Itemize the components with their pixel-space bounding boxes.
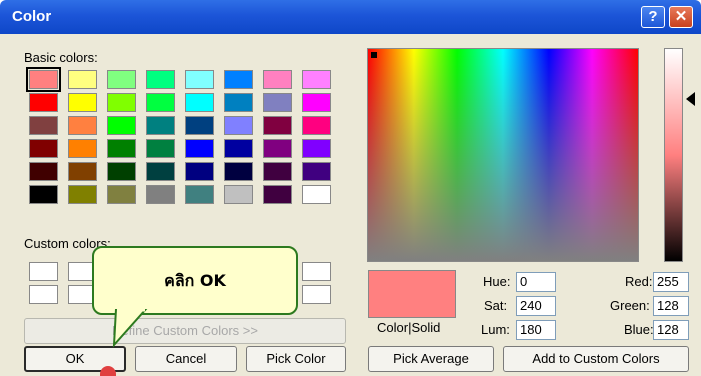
basic-color-swatch[interactable] — [68, 93, 97, 112]
basic-color-swatch[interactable] — [263, 93, 292, 112]
basic-color-swatch[interactable] — [302, 70, 331, 89]
red-label: Red: — [625, 274, 653, 289]
close-button[interactable]: ✕ — [669, 6, 693, 28]
basic-color-swatch[interactable] — [302, 162, 331, 181]
basic-color-swatch[interactable] — [107, 116, 136, 135]
basic-color-swatch[interactable] — [68, 185, 97, 204]
help-icon: ? — [648, 8, 658, 25]
basic-color-swatch[interactable] — [302, 93, 331, 112]
red-input[interactable]: 255 — [653, 272, 689, 292]
basic-color-swatch[interactable] — [26, 67, 61, 92]
pick-average-button[interactable]: Pick Average — [368, 346, 494, 372]
basic-color-swatch[interactable] — [146, 185, 175, 204]
hue-label: Hue: — [483, 274, 511, 289]
sat-input[interactable]: 240 — [516, 296, 556, 316]
color-solid-label: Color|Solid — [377, 320, 441, 335]
add-to-custom-colors-button[interactable]: Add to Custom Colors — [503, 346, 689, 372]
basic-color-swatch[interactable] — [185, 139, 214, 158]
close-icon: ✕ — [674, 8, 688, 25]
basic-color-swatch[interactable] — [185, 162, 214, 181]
lum-label: Lum: — [481, 322, 510, 337]
basic-color-swatch[interactable] — [146, 116, 175, 135]
pick-color-button[interactable]: Pick Color — [246, 346, 346, 372]
cancel-button[interactable]: Cancel — [135, 346, 237, 372]
blue-input[interactable]: 128 — [653, 320, 689, 340]
basic-color-swatch[interactable] — [302, 139, 331, 158]
custom-color-swatch[interactable] — [29, 285, 58, 304]
basic-color-swatch[interactable] — [68, 116, 97, 135]
basic-color-swatch[interactable] — [263, 162, 292, 181]
basic-color-swatch[interactable] — [29, 162, 58, 181]
basic-color-swatch[interactable] — [302, 116, 331, 135]
basic-color-swatch[interactable] — [107, 70, 136, 89]
basic-color-swatch[interactable] — [68, 70, 97, 89]
help-button[interactable]: ? — [641, 6, 665, 28]
basic-color-swatch[interactable] — [29, 139, 58, 158]
color-preview — [368, 270, 456, 318]
basic-color-swatch[interactable] — [224, 139, 253, 158]
basic-color-swatch[interactable] — [107, 139, 136, 158]
basic-color-swatch[interactable] — [224, 185, 253, 204]
basic-color-swatch[interactable] — [68, 139, 97, 158]
basic-color-swatch[interactable] — [146, 162, 175, 181]
basic-color-swatch[interactable] — [146, 139, 175, 158]
custom-color-swatch[interactable] — [29, 262, 58, 281]
basic-color-swatch[interactable] — [224, 70, 253, 89]
basic-color-swatch[interactable] — [263, 70, 292, 89]
blue-label: Blue: — [624, 322, 654, 337]
define-custom-colors-button[interactable]: Define Custom Colors >> — [24, 318, 346, 344]
basic-color-swatch[interactable] — [146, 70, 175, 89]
basic-color-swatch[interactable] — [29, 93, 58, 112]
custom-color-swatch[interactable] — [302, 285, 331, 304]
green-label: Green: — [610, 298, 650, 313]
basic-colors-label: Basic colors: — [24, 50, 98, 65]
crosshair-icon — [371, 52, 377, 58]
basic-color-swatch[interactable] — [302, 185, 331, 204]
window-title: Color — [12, 8, 52, 25]
custom-color-swatch[interactable] — [302, 262, 331, 281]
callout-box: คลิก OK — [92, 246, 298, 315]
sat-label: Sat: — [484, 298, 508, 313]
basic-color-swatch[interactable] — [68, 162, 97, 181]
basic-color-swatch[interactable] — [107, 93, 136, 112]
basic-color-swatch[interactable] — [185, 93, 214, 112]
title-bar: Color ? ✕ — [0, 0, 701, 34]
basic-color-swatch[interactable] — [185, 185, 214, 204]
lum-input[interactable]: 180 — [516, 320, 556, 340]
basic-color-swatch[interactable] — [146, 93, 175, 112]
basic-color-swatch[interactable] — [224, 93, 253, 112]
basic-color-swatch[interactable] — [224, 162, 253, 181]
basic-color-swatch[interactable] — [107, 185, 136, 204]
luminosity-slider[interactable] — [664, 48, 683, 262]
color-spectrum[interactable] — [367, 48, 639, 262]
basic-color-swatch[interactable] — [29, 185, 58, 204]
hue-input[interactable]: 0 — [516, 272, 556, 292]
basic-color-swatch[interactable] — [224, 116, 253, 135]
basic-color-swatch[interactable] — [263, 139, 292, 158]
slider-arrow-icon[interactable] — [686, 92, 695, 106]
green-input[interactable]: 128 — [653, 296, 689, 316]
basic-color-swatch[interactable] — [263, 116, 292, 135]
basic-color-swatch[interactable] — [29, 116, 58, 135]
callout-tail — [112, 309, 148, 348]
basic-color-swatch[interactable] — [107, 162, 136, 181]
basic-color-swatch[interactable] — [263, 185, 292, 204]
basic-color-swatch[interactable] — [185, 116, 214, 135]
click-marker — [100, 366, 116, 376]
basic-color-swatch[interactable] — [185, 70, 214, 89]
callout-text: คลิก OK — [164, 271, 226, 290]
